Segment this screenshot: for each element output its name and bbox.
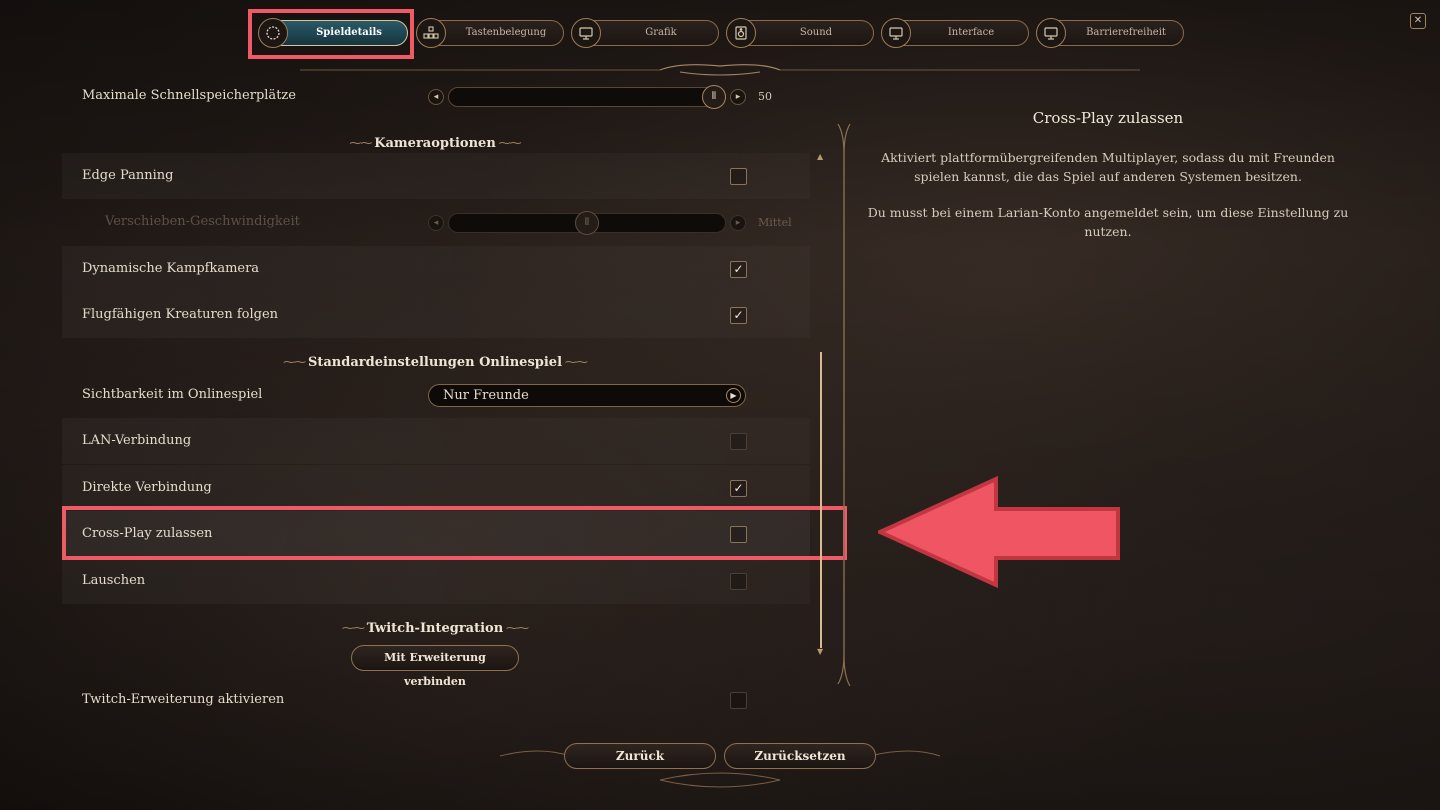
setting-label: LAN-Verbindung xyxy=(82,433,192,448)
info-description: Aktiviert plattformübergreifenden Multip… xyxy=(881,150,1335,184)
quicksave-slider[interactable]: ◂ ⦀ ▸ xyxy=(428,85,746,109)
section-header-camera: ⁓⁓ Kameraoptionen ⁓⁓ xyxy=(300,136,570,151)
setting-label: Verschieben-Geschwindigkeit xyxy=(105,214,300,229)
scroll-down-icon[interactable]: ▼ xyxy=(817,647,823,656)
panel-divider xyxy=(837,124,851,686)
monitor-icon xyxy=(571,18,601,48)
pointer-arrow-icon xyxy=(878,476,1120,588)
ornament-left-icon: ⁓⁓ xyxy=(349,136,375,150)
slider-decrease-icon: ◂ xyxy=(428,215,444,231)
tab-grafik[interactable]: Grafik xyxy=(571,18,719,48)
section-title: Standardeinstellungen Onlinespiel xyxy=(307,355,563,370)
section-title: Twitch-Integration xyxy=(366,621,504,636)
tab-label: Tastenbelegung xyxy=(465,27,547,38)
tab-label: Barrierefreiheit xyxy=(1086,27,1166,38)
slider-decrease-icon[interactable]: ◂ xyxy=(428,89,444,105)
setting-row-lan[interactable]: LAN-Verbindung xyxy=(62,418,810,464)
speaker-icon xyxy=(726,18,756,48)
scrollbar-thumb[interactable] xyxy=(820,352,822,648)
setting-label: Lauschen xyxy=(82,573,146,588)
pan-speed-slider: ◂ ⦀ ▸ xyxy=(428,211,746,235)
listen-checkbox[interactable] xyxy=(730,573,747,590)
tab-highlight-frame xyxy=(248,9,414,59)
tab-tastenbelegung[interactable]: Tastenbelegung xyxy=(416,18,564,48)
setting-row-direct[interactable]: Direkte Verbindung ✓ xyxy=(62,465,810,511)
footer-ornament xyxy=(499,750,941,788)
slider-thumb: ⦀ xyxy=(575,211,599,235)
twitch-connect-button[interactable]: Mit Erweiterung verbinden xyxy=(351,645,519,688)
pan-speed-value: Mittel xyxy=(758,216,792,229)
visibility-dropdown[interactable]: Nur Freunde ▶ xyxy=(428,384,746,407)
lan-checkbox[interactable] xyxy=(730,433,747,450)
monitor-icon xyxy=(1036,18,1066,48)
slider-increase-icon[interactable]: ▸ xyxy=(730,89,746,105)
crossplay-highlight-frame xyxy=(62,506,847,560)
info-note: Du musst bei einem Larian-Konto angemeld… xyxy=(867,205,1349,239)
setting-row-listen[interactable]: Lauschen xyxy=(62,558,810,604)
monitor-icon xyxy=(881,18,911,48)
edge-panning-checkbox[interactable] xyxy=(730,168,747,185)
tab-label: Interface xyxy=(947,27,995,38)
setting-row-follow-flying[interactable]: Flugfähigen Kreaturen folgen ✓ xyxy=(62,292,810,338)
setting-label: Dynamische Kampfkamera xyxy=(82,261,260,276)
ornament-right-icon: ⁓⁓ xyxy=(562,355,588,369)
ornament-right-icon: ⁓⁓ xyxy=(495,136,522,150)
setting-row-twitch-enable[interactable]: Twitch-Erweiterung aktivieren xyxy=(62,677,810,723)
section-header-twitch: ⁓⁓ Twitch-Integration ⁓⁓ xyxy=(320,621,550,636)
setting-label: Direkte Verbindung xyxy=(82,480,212,495)
info-title: Cross-Play zulassen xyxy=(1032,109,1184,127)
tab-label: Sound xyxy=(799,27,833,38)
tab-sound[interactable]: Sound xyxy=(726,18,874,48)
follow-flying-checkbox[interactable]: ✓ xyxy=(730,307,747,324)
ornament-right-icon: ⁓⁓ xyxy=(503,621,529,635)
direct-connection-checkbox[interactable]: ✓ xyxy=(730,480,747,497)
section-header-online: ⁓⁓ Standardeinstellungen Onlinespiel ⁓⁓ xyxy=(280,355,590,370)
tab-interface[interactable]: Interface xyxy=(881,18,1029,48)
tab-label: Grafik xyxy=(645,27,677,38)
setting-label: Maximale Schnellspeicherplätze xyxy=(82,88,296,103)
ornament-left-icon: ⁓⁓ xyxy=(283,355,308,369)
setting-label: Flugfähigen Kreaturen folgen xyxy=(82,307,279,322)
setting-label: Edge Panning xyxy=(82,168,174,183)
setting-label: Sichtbarkeit im Onlinespiel xyxy=(82,387,263,402)
keyboard-icon xyxy=(416,18,446,48)
tab-barrierefreiheit[interactable]: Barrierefreiheit xyxy=(1036,18,1184,48)
chevron-right-icon[interactable]: ▶ xyxy=(726,388,741,403)
quicksave-value: 50 xyxy=(758,90,772,103)
reset-button[interactable]: Zurücksetzen xyxy=(724,743,876,769)
close-icon[interactable]: ✕ xyxy=(1410,13,1426,29)
dropdown-value: Nur Freunde xyxy=(443,388,529,403)
slider-increase-icon: ▸ xyxy=(730,215,746,231)
setting-row-dynamic-camera[interactable]: Dynamische Kampfkamera ✓ xyxy=(62,246,810,292)
section-title: Kameraoptionen xyxy=(374,136,496,151)
slider-track[interactable] xyxy=(448,87,726,107)
ornament-left-icon: ⁓⁓ xyxy=(341,621,367,635)
scroll-up-icon[interactable]: ▲ xyxy=(817,152,823,161)
twitch-enable-checkbox[interactable] xyxy=(730,692,747,709)
slider-thumb[interactable]: ⦀ xyxy=(702,85,726,109)
setting-row-edge-panning[interactable]: Edge Panning xyxy=(62,153,810,199)
setting-label: Twitch-Erweiterung aktivieren xyxy=(82,692,285,707)
back-button[interactable]: Zurück xyxy=(564,743,716,769)
dynamic-camera-checkbox[interactable]: ✓ xyxy=(730,261,747,278)
